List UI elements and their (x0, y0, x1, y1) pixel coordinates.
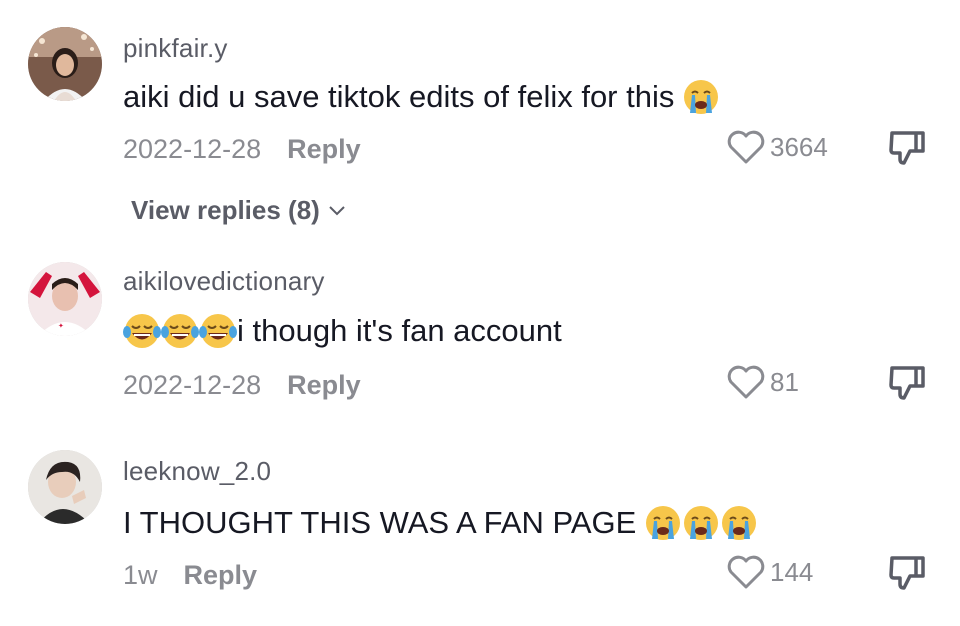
like-button[interactable]: 81 (726, 364, 799, 400)
reply-button[interactable]: Reply (184, 560, 258, 591)
chevron-down-icon (329, 205, 345, 215)
thumbs-down-icon (889, 556, 925, 590)
comment-meta: 2022-12-28 Reply (123, 370, 361, 401)
like-button[interactable]: 3664 (726, 129, 828, 165)
like-count: 81 (770, 366, 799, 397)
avatar[interactable]: ✦ (28, 262, 102, 336)
view-replies-button[interactable]: View replies (8) (131, 195, 346, 226)
dislike-button[interactable] (886, 127, 928, 169)
avatar-image (28, 27, 102, 101)
heart-icon (727, 130, 765, 164)
comment-meta: 2022-12-28 Reply (123, 134, 361, 165)
heart-icon (727, 555, 765, 589)
avatar[interactable] (28, 450, 102, 524)
avatar-image (28, 450, 102, 524)
loudly-crying-face-icon (682, 78, 720, 116)
comment-text: I THOUGHT THIS WAS A FAN PAGE (123, 504, 758, 542)
comment-username[interactable]: pinkfair.y (123, 33, 228, 64)
loudly-crying-face-icon (644, 504, 682, 542)
like-count: 3664 (770, 131, 828, 162)
comment-date: 1w (123, 560, 158, 590)
comment-meta: 1w Reply (123, 560, 257, 591)
comment-date: 2022-12-28 (123, 370, 262, 400)
comment-text: aiki did u save tiktok edits of felix fo… (123, 78, 720, 116)
tears-of-joy-face-icon (161, 312, 199, 350)
view-replies-label: View replies (8) (131, 195, 320, 225)
comment-text: i though it's fan account (123, 312, 562, 350)
comment-text-body: aiki did u save tiktok edits of felix fo… (123, 79, 675, 114)
comment-username[interactable]: leeknow_2.0 (123, 456, 271, 487)
like-count: 144 (770, 556, 814, 587)
reply-button[interactable]: Reply (287, 370, 361, 401)
comment-date: 2022-12-28 (123, 134, 262, 164)
thumbs-down-icon (889, 131, 925, 165)
avatar[interactable] (28, 27, 102, 101)
comment-text-body: i though it's fan account (237, 313, 562, 348)
tears-of-joy-face-icon (199, 312, 237, 350)
avatar-image: ✦ (28, 262, 102, 336)
reply-button[interactable]: Reply (287, 134, 361, 165)
loudly-crying-face-icon (720, 504, 758, 542)
heart-icon (727, 365, 765, 399)
like-button[interactable]: 144 (726, 554, 813, 590)
comment-item: pinkfair.y aiki did u save tiktok edits … (0, 0, 960, 240)
comment-item: ✦ aikilovedictionary i though it's fan a… (0, 240, 960, 430)
comment-text-body: I THOUGHT THIS WAS A FAN PAGE (123, 505, 637, 540)
thumbs-down-icon (889, 366, 925, 400)
comment-username[interactable]: aikilovedictionary (123, 266, 325, 297)
tears-of-joy-face-icon (123, 312, 161, 350)
dislike-button[interactable] (886, 362, 928, 404)
loudly-crying-face-icon (682, 504, 720, 542)
comment-item: leeknow_2.0 I THOUGHT THIS WAS A FAN PAG… (0, 430, 960, 626)
dislike-button[interactable] (886, 552, 928, 594)
svg-text:✦: ✦ (58, 322, 64, 330)
